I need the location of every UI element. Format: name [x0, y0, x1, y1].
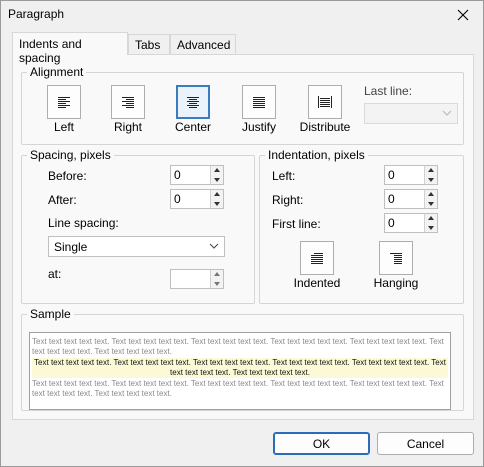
spin-down-icon[interactable]	[213, 200, 221, 208]
after-spinner[interactable]: 0	[170, 189, 224, 209]
first-line-value: 0	[388, 216, 395, 230]
indented-label: Indented	[293, 276, 341, 290]
spin-down-icon[interactable]	[213, 176, 221, 184]
align-right-label: Right	[113, 120, 142, 134]
spin-up-icon[interactable]	[213, 270, 221, 278]
alignment-legend: Alignment	[30, 65, 84, 79]
align-left-icon	[58, 97, 70, 108]
align-left-label: Left	[53, 120, 74, 134]
sample-group: Sample Text text text text text. Text te…	[21, 307, 464, 411]
after-value: 0	[174, 192, 181, 206]
align-justify-icon	[253, 97, 265, 108]
line-spacing-value: Single	[54, 240, 88, 254]
indent-right-spinner[interactable]: 0	[384, 189, 438, 209]
sample-current-paragraph: Text text text text text. Text text text…	[32, 358, 448, 378]
chevron-down-icon	[209, 243, 219, 249]
align-center-icon	[187, 97, 199, 108]
at-spinner[interactable]	[170, 269, 224, 289]
align-left-button[interactable]	[47, 85, 81, 119]
spin-down-icon[interactable]	[213, 280, 221, 288]
spin-up-icon[interactable]	[427, 166, 435, 174]
hanging-label: Hanging	[373, 276, 419, 290]
tab-advanced[interactable]: Advanced	[170, 34, 236, 54]
hanging-icon	[390, 253, 402, 264]
align-distribute-label: Distribute	[299, 120, 351, 134]
align-justify-label: Justify	[241, 120, 276, 134]
line-spacing-label: Line spacing:	[48, 216, 119, 230]
ok-label: OK	[312, 436, 331, 451]
tab-indents-and-spacing[interactable]: Indents and spacing	[12, 32, 128, 65]
indent-left-label: Left:	[272, 169, 296, 183]
indent-right-value: 0	[388, 192, 395, 206]
align-distribute-icon	[318, 96, 332, 108]
spin-up-icon[interactable]	[427, 190, 435, 198]
window-title: Paragraph	[8, 7, 65, 21]
align-distribute-button[interactable]	[308, 85, 342, 119]
spin-up-icon[interactable]	[213, 166, 221, 174]
indented-button[interactable]	[300, 241, 334, 275]
indents-and-spacing-panel: Alignment Left Right Center Justify Dist…	[12, 54, 474, 420]
align-right-button[interactable]	[111, 85, 145, 119]
spin-up-icon[interactable]	[213, 190, 221, 198]
indented-icon	[311, 253, 323, 264]
tab-label: Advanced	[177, 38, 231, 52]
sample-preview: Text text text text text. Text text text…	[29, 332, 451, 410]
indent-right-label: Right:	[272, 193, 304, 207]
chevron-down-icon	[442, 110, 452, 116]
cancel-button[interactable]: Cancel	[377, 432, 474, 455]
first-line-spinner[interactable]: 0	[384, 213, 438, 233]
ok-button[interactable]: OK	[273, 432, 370, 455]
spin-down-icon[interactable]	[427, 224, 435, 232]
align-right-icon	[122, 97, 134, 108]
align-center-label: Center	[174, 120, 212, 134]
tab-label: Tabs	[135, 38, 161, 52]
spin-up-icon[interactable]	[427, 214, 435, 222]
at-label: at:	[48, 267, 62, 281]
paragraph-dialog: Paragraph Indents and spacing Tabs Advan…	[0, 0, 484, 467]
close-button[interactable]	[449, 3, 477, 27]
last-line-label: Last line:	[364, 84, 413, 98]
cancel-label: Cancel	[406, 436, 445, 451]
before-spinner[interactable]: 0	[170, 165, 224, 185]
last-line-select[interactable]	[364, 103, 458, 124]
spacing-legend: Spacing, pixels	[30, 148, 111, 162]
line-spacing-select[interactable]: Single	[48, 236, 225, 257]
sample-legend: Sample	[30, 307, 71, 321]
before-label: Before:	[48, 169, 87, 183]
sample-before-paragraph: Text text text text text. Text text text…	[32, 337, 444, 356]
indentation-legend: Indentation, pixels	[268, 148, 365, 162]
spin-down-icon[interactable]	[427, 176, 435, 184]
close-icon	[457, 9, 469, 21]
tab-tabs[interactable]: Tabs	[128, 34, 170, 54]
first-line-label: First line:	[272, 217, 321, 231]
hanging-button[interactable]	[379, 241, 413, 275]
after-label: After:	[48, 193, 77, 207]
indent-left-value: 0	[388, 168, 395, 182]
before-value: 0	[174, 168, 181, 182]
align-center-button[interactable]	[176, 85, 210, 119]
align-justify-button[interactable]	[242, 85, 276, 119]
spin-down-icon[interactable]	[427, 200, 435, 208]
sample-after-paragraph: Text text text text text. Text text text…	[32, 379, 444, 398]
title-bar: Paragraph	[1, 1, 483, 29]
indent-left-spinner[interactable]: 0	[384, 165, 438, 185]
